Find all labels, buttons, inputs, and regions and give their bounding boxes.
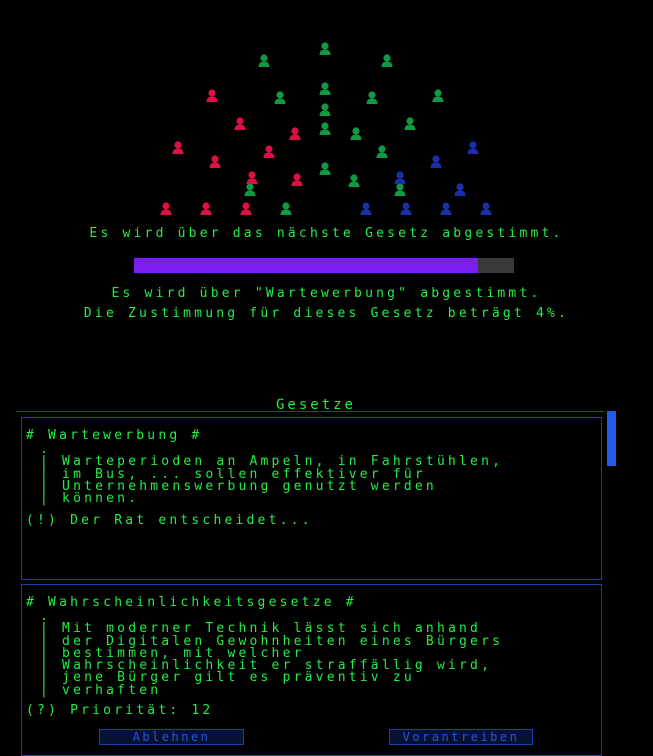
seat-blue-4: [360, 202, 372, 215]
panel-divider: [16, 411, 604, 412]
reject-button[interactable]: Ablehnen: [99, 729, 244, 745]
seat-blue-5: [400, 202, 412, 215]
seat-red-3: [172, 141, 184, 154]
seat-green-12: [319, 162, 331, 175]
seat-red-5: [263, 145, 275, 158]
seat-green-16: [394, 183, 406, 196]
seat-green-7: [432, 89, 444, 102]
seat-red-10: [200, 202, 212, 215]
seat-green-3: [381, 54, 393, 67]
seat-green-4: [274, 91, 286, 104]
law-description: . | Warteperioden an Ampeln, in Fahrstüh…: [40, 442, 504, 507]
seat-red-6: [289, 127, 301, 140]
law-title: # Wahrscheinlichkeitsgesetze #: [26, 595, 357, 610]
seat-green-9: [350, 127, 362, 140]
seat-red-11: [240, 202, 252, 215]
law-card-wartewerbung[interactable]: # Wartewerbung # . | Warteperioden an Am…: [21, 417, 602, 580]
seat-red-7: [246, 171, 258, 184]
advance-button[interactable]: Vorantreiben: [389, 729, 533, 745]
seat-red-9: [160, 202, 172, 215]
seat-green-11: [376, 145, 388, 158]
seat-green-14: [280, 202, 292, 215]
seat-green-15: [244, 183, 256, 196]
seat-green-1: [258, 54, 270, 67]
seat-blue-7: [480, 202, 492, 215]
law-title: # Wartewerbung #: [26, 428, 203, 443]
law-priority: (?) Priorität: 12: [26, 703, 214, 718]
seat-green-8: [319, 122, 331, 135]
vote-progress-fill: [134, 258, 478, 273]
law-description: . | Mit moderner Technik lässt sich anha…: [40, 609, 504, 698]
current-vote-text: Es wird über "Wartewerbung" abgestimmt.: [111, 286, 542, 301]
seat-green-2: [319, 42, 331, 55]
vote-headline: Es wird über das nächste Gesetz abgestim…: [89, 226, 564, 241]
approval-text: Die Zustimmung für dieses Gesetz beträgt…: [83, 306, 570, 321]
seat-green-6: [366, 91, 378, 104]
parliament-seats: [160, 42, 492, 215]
seat-red-1: [206, 89, 218, 102]
seat-green-13: [348, 174, 360, 187]
scrollbar-thumb[interactable]: [607, 411, 616, 466]
seat-blue-1: [430, 155, 442, 168]
seat-blue-3: [394, 171, 406, 184]
law-status: (!) Der Rat entscheidet...: [26, 513, 313, 528]
seat-red-2: [234, 117, 246, 130]
seat-red-8: [291, 173, 303, 186]
seat-blue-6: [440, 202, 452, 215]
seat-red-4: [209, 155, 221, 168]
seat-green-5: [319, 82, 331, 95]
seat-blue-8: [454, 183, 466, 196]
vote-progress-bar: [134, 258, 514, 273]
seat-green-10: [404, 117, 416, 130]
seat-blue-2: [467, 141, 479, 154]
seat-green-17: [319, 103, 331, 116]
